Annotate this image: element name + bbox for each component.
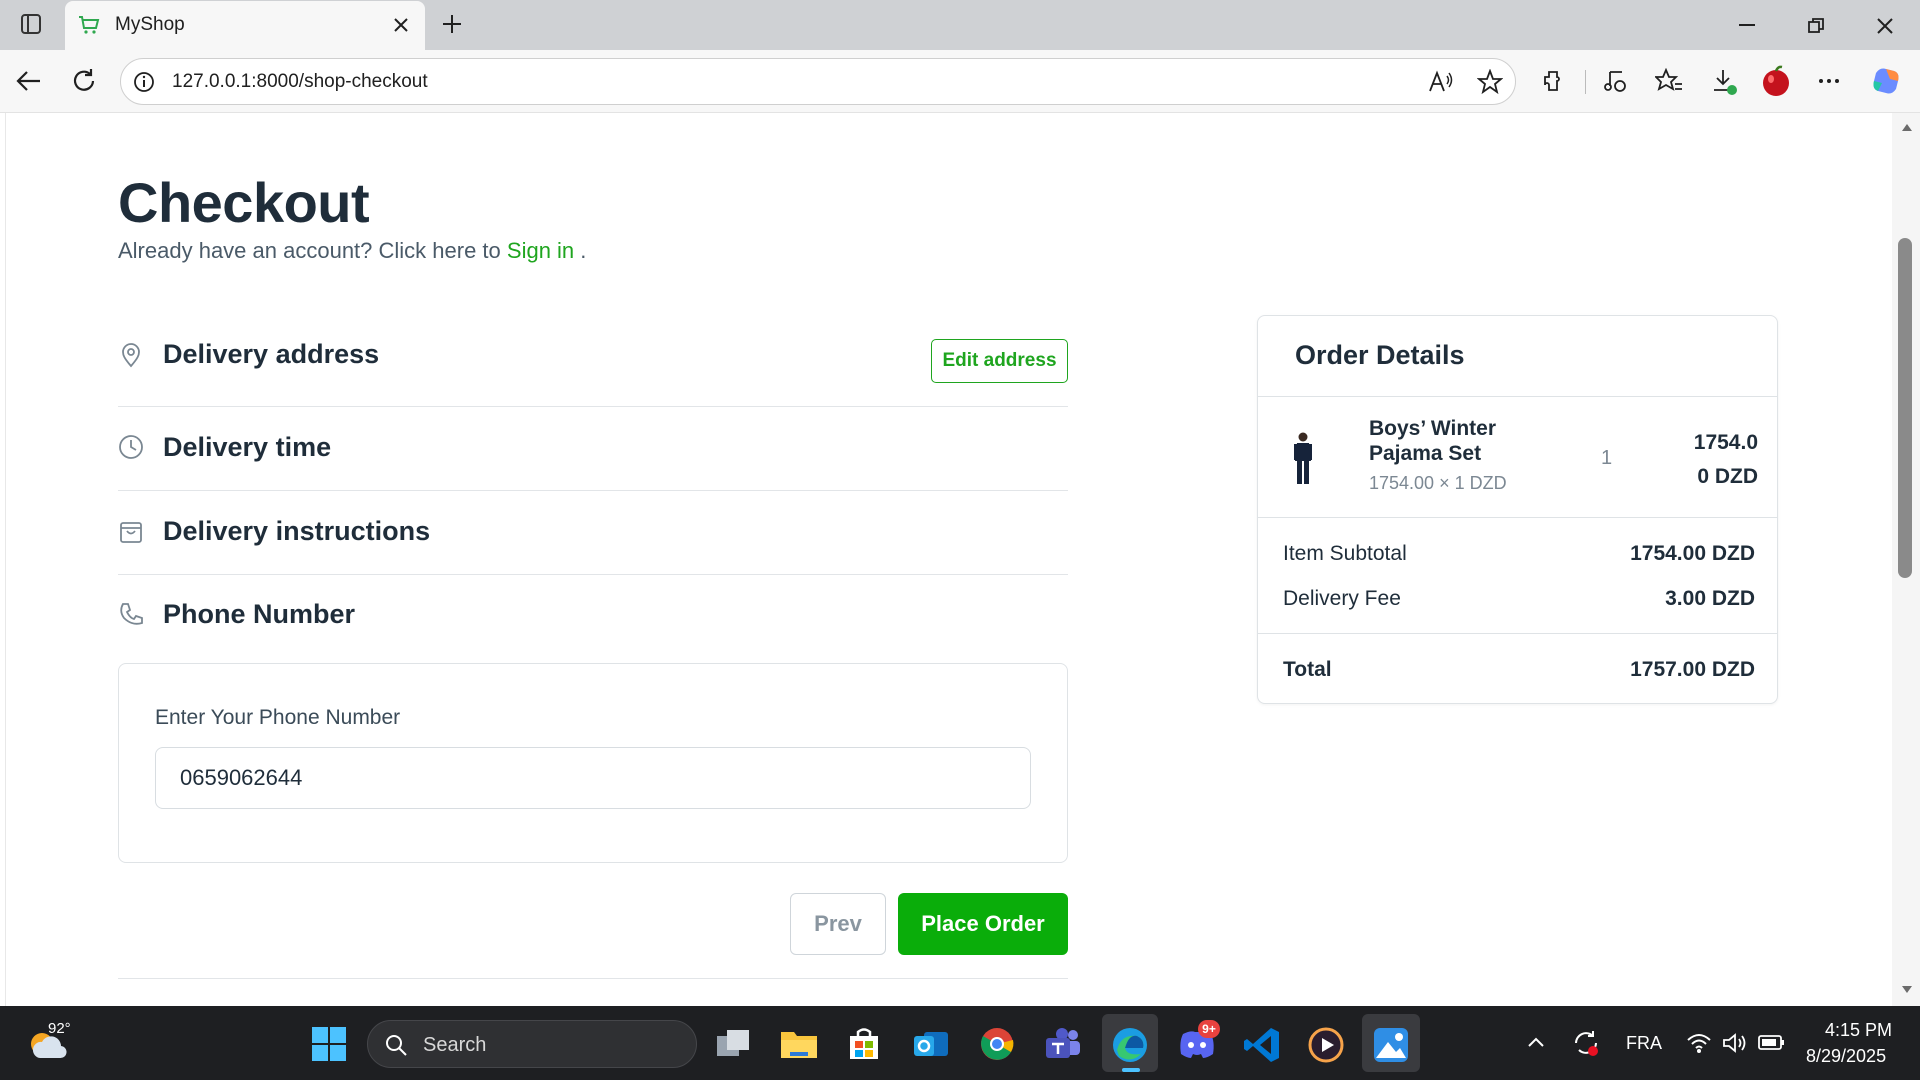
delivery-time-title: Delivery time [163,432,332,462]
item-subtotal-label: Item Subtotal [1283,542,1407,565]
battery-icon[interactable] [1757,1032,1785,1052]
address-bar[interactable]: 127.0.0.1:8000/shop-checkout [120,58,1516,105]
edge-icon[interactable] [1111,1026,1149,1064]
delivery-fee-label: Delivery Fee [1283,587,1401,610]
tab-actions-icon[interactable] [20,13,42,35]
scroll-down-arrow-icon[interactable] [1901,985,1913,995]
product-price-line1: 1754.0 [1693,431,1758,454]
tab-title: MyShop [115,14,185,35]
phone-icon [120,603,143,625]
product-price-line2: 0 DZD [1697,465,1758,488]
favorites-icon[interactable] [1655,68,1683,94]
downloads-icon[interactable] [1711,68,1739,96]
scrollbar-thumb[interactable] [1898,238,1912,578]
delivery-address-section[interactable]: Delivery address [118,330,1068,407]
task-view-icon[interactable] [715,1026,753,1062]
file-explorer-icon[interactable] [780,1026,818,1060]
item-subtotal-value: 1754.00 DZD [1630,542,1755,565]
product-quantity: 1 [1601,447,1613,469]
location-pin-icon [122,343,140,368]
close-tab-icon[interactable] [393,17,409,33]
teams-icon[interactable] [1044,1026,1082,1062]
edit-address-button[interactable]: Edit address [931,339,1068,383]
shopping-bag-icon [120,522,142,543]
media-player-icon[interactable] [1307,1026,1345,1064]
product-price: 1754.0 0 DZD [1658,426,1758,494]
close-window-icon[interactable] [1876,17,1894,35]
cart-favicon-icon [79,16,100,34]
clock-icon [119,435,143,459]
browser-tab-bar: MyShop [0,0,1920,50]
phone-number-label: Enter Your Phone Number [155,706,401,729]
windows-start-icon[interactable] [311,1026,347,1062]
photos-app-icon[interactable] [1372,1026,1410,1064]
taskbar-clock-time[interactable]: 4:15 PM [1825,1020,1892,1041]
phone-number-title: Phone Number [163,599,356,629]
active-app-indicator [1122,1068,1140,1072]
phone-number-card: Enter Your Phone Number [118,663,1068,863]
profile-apple-icon[interactable] [1759,64,1793,98]
account-prompt-text: Already have an account? Click here to [118,238,507,263]
media-control-icon[interactable] [1602,68,1628,94]
delivery-fee-value: 3.00 DZD [1665,587,1755,610]
delivery-address-title: Delivery address [163,339,380,369]
total-label: Total [1283,658,1332,681]
order-divider [1258,633,1777,634]
outlook-icon[interactable] [912,1026,950,1062]
section-divider [118,978,1068,979]
minimize-icon[interactable] [1738,23,1756,27]
product-unit-price: 1754.00 × 1 DZD [1369,473,1507,493]
extensions-icon[interactable] [1540,68,1566,94]
order-details-card: Order Details Boys’ Winter Pajama Set 17… [1257,315,1778,704]
sign-in-link[interactable]: Sign in [507,238,574,263]
url-text[interactable]: 127.0.0.1:8000/shop-checkout [172,71,428,93]
search-icon [386,1035,407,1056]
weather-temperature: 92° [48,1020,71,1037]
refresh-icon[interactable] [71,68,97,94]
browser-toolbar: 127.0.0.1:8000/shop-checkout [0,50,1920,113]
product-thumbnail-pajama [1294,432,1312,484]
back-icon[interactable] [16,68,42,94]
site-info-icon[interactable] [133,71,155,93]
total-value: 1757.00 DZD [1630,658,1755,681]
search-placeholder: Search [423,1034,487,1056]
vscode-icon[interactable] [1243,1026,1281,1064]
favorite-star-icon[interactable] [1477,69,1503,95]
order-divider [1258,396,1777,397]
tab-myshop[interactable]: MyShop [65,1,425,50]
volume-icon[interactable] [1722,1032,1748,1054]
prev-button[interactable]: Prev [790,893,886,955]
windows-taskbar: 92° Search 9+ FRA 4:15 PM 8/29/2025 [0,1006,1920,1080]
phone-number-input[interactable] [155,747,1031,809]
delivery-time-section[interactable]: Delivery time [118,407,1068,491]
scroll-up-arrow-icon[interactable] [1901,122,1913,132]
read-aloud-icon[interactable] [1428,70,1454,94]
delivery-instructions-section[interactable]: Delivery instructions [118,491,1068,575]
show-hidden-icons-chevron-icon[interactable] [1527,1036,1545,1048]
order-details-title: Order Details [1295,340,1465,370]
microsoft-store-icon[interactable] [846,1026,882,1062]
account-prompt-end: . [574,238,587,263]
product-name: Boys’ Winter Pajama Set [1369,417,1497,465]
page-title: Checkout [118,171,370,234]
input-language-indicator[interactable]: FRA [1626,1033,1662,1054]
chrome-icon[interactable] [979,1026,1015,1062]
place-order-button[interactable]: Place Order [898,893,1068,955]
restore-icon[interactable] [1807,17,1825,35]
toolbar-separator [1585,70,1586,94]
sync-status-icon[interactable] [1571,1028,1601,1058]
delivery-instructions-title: Delivery instructions [163,516,431,546]
order-divider [1258,517,1777,518]
taskbar-search-box[interactable]: Search [367,1020,697,1068]
taskbar-clock-date[interactable]: 8/29/2025 [1806,1046,1886,1067]
wifi-icon[interactable] [1686,1032,1712,1054]
phone-number-section[interactable]: Phone Number [118,575,1068,645]
copilot-icon[interactable] [1870,65,1902,97]
discord-notification-badge: 9+ [1198,1020,1220,1038]
new-tab-icon[interactable] [441,13,463,35]
more-options-icon[interactable] [1818,78,1840,84]
account-prompt: Already have an account? Click here to S… [118,238,586,264]
